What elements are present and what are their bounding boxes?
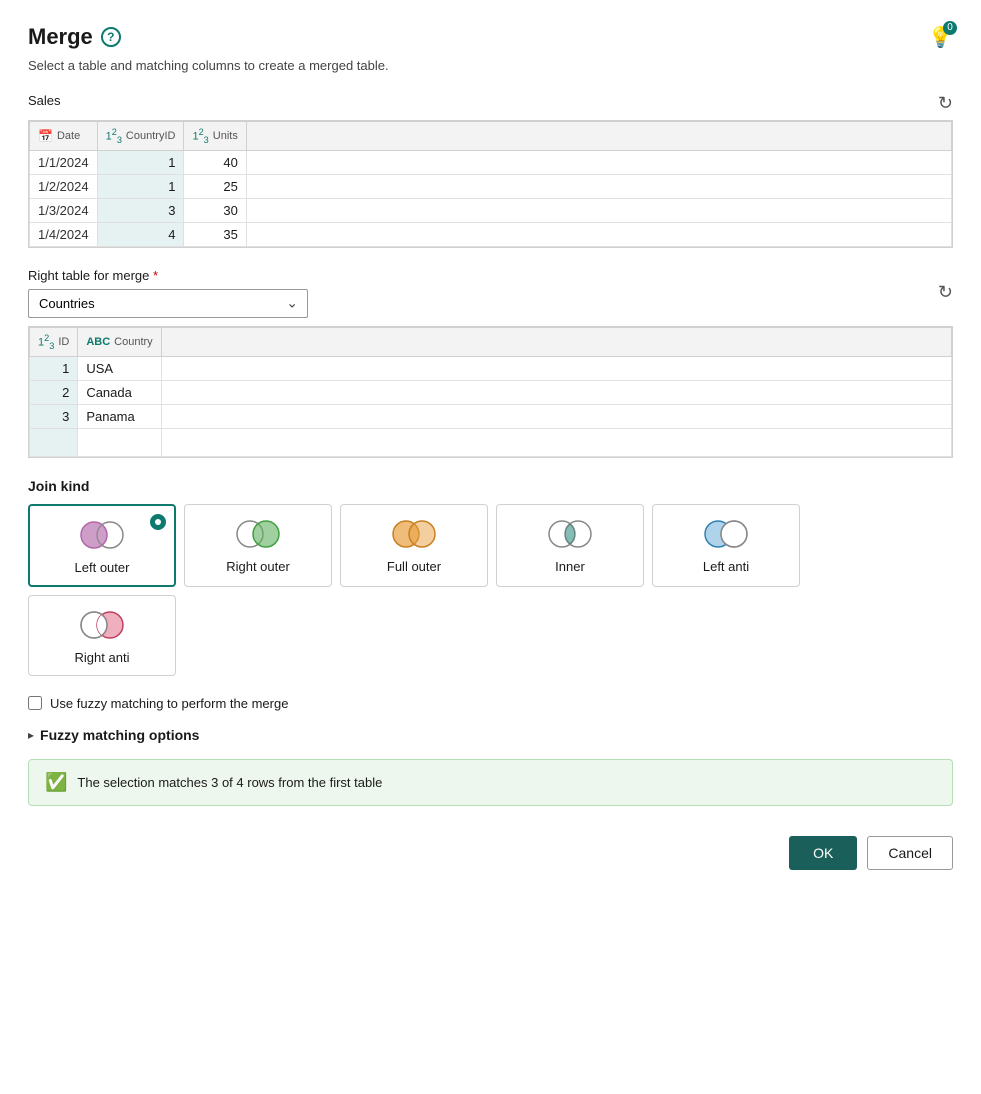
full-outer-icon xyxy=(388,515,440,553)
status-message: The selection matches 3 of 4 rows from t… xyxy=(77,775,382,790)
join-card-full-outer[interactable]: Full outer xyxy=(340,504,488,587)
lightbulb-button[interactable]: 💡 0 xyxy=(928,25,953,50)
fuzzy-checkbox-row: Use fuzzy matching to perform the merge xyxy=(28,696,953,711)
fuzzy-checkbox[interactable] xyxy=(28,696,42,710)
table-row: 3 Panama xyxy=(30,404,952,428)
sales-section-header: Sales ↻ xyxy=(28,93,953,114)
status-banner: ✅ The selection matches 3 of 4 rows from… xyxy=(28,759,953,806)
action-row: OK Cancel xyxy=(28,836,953,870)
join-label-right-anti: Right anti xyxy=(75,650,130,665)
join-card-inner[interactable]: Inner xyxy=(496,504,644,587)
sales-col-units[interactable]: 123 Units xyxy=(184,122,246,151)
help-icon[interactable]: ? xyxy=(101,27,121,47)
fuzzy-chevron-icon: ▸ xyxy=(28,728,34,742)
required-star: * xyxy=(153,268,158,283)
left-anti-icon xyxy=(700,515,752,553)
table-row: 1/1/2024 1 40 xyxy=(30,150,952,174)
sales-table-container: 📅 Date 123 CountryID 123 Units xyxy=(28,120,953,248)
right-table-section: Right table for merge * Countries ⌄ ↻ xyxy=(28,268,953,318)
sales-col-empty xyxy=(246,122,951,151)
join-radio-left-outer xyxy=(150,514,166,530)
title-area: Merge ? xyxy=(28,24,121,50)
join-label-inner: Inner xyxy=(555,559,585,574)
sales-table: 📅 Date 123 CountryID 123 Units xyxy=(29,121,952,247)
countries-table-container: 123 ID ABC Country 1 USA xyxy=(28,326,953,458)
join-card-left-outer[interactable]: Left outer xyxy=(28,504,176,587)
join-kind-label: Join kind xyxy=(28,478,953,494)
right-table-dropdown-wrapper: Countries ⌄ xyxy=(28,289,308,318)
sales-refresh-button[interactable]: ↻ xyxy=(938,93,953,114)
header-row: Merge ? 💡 0 xyxy=(28,24,953,50)
page-title: Merge xyxy=(28,24,93,50)
join-card-left-anti[interactable]: Left anti xyxy=(652,504,800,587)
status-check-icon: ✅ xyxy=(45,772,67,793)
join-label-left-outer: Left outer xyxy=(75,560,130,575)
fuzzy-options-label: Fuzzy matching options xyxy=(40,727,199,743)
inner-icon xyxy=(544,515,596,553)
left-outer-icon xyxy=(76,516,128,554)
ok-button[interactable]: OK xyxy=(789,836,857,870)
table-row: 1 USA xyxy=(30,356,952,380)
table-row: 1/3/2024 3 30 xyxy=(30,198,952,222)
join-options: Left outer Right outer Full outer Inner xyxy=(28,504,953,676)
sales-label: Sales xyxy=(28,93,61,108)
fuzzy-options-row[interactable]: ▸ Fuzzy matching options xyxy=(28,727,953,743)
right-table-label: Right table for merge * xyxy=(28,268,308,283)
join-label-left-anti: Left anti xyxy=(703,559,749,574)
countries-refresh-button[interactable]: ↻ xyxy=(938,282,953,303)
right-outer-icon xyxy=(232,515,284,553)
countries-table: 123 ID ABC Country 1 USA xyxy=(29,327,952,457)
sales-col-countryid[interactable]: 123 CountryID xyxy=(97,122,184,151)
table-row: 2 Canada xyxy=(30,380,952,404)
sales-col-date[interactable]: 📅 Date xyxy=(30,122,98,151)
right-anti-icon xyxy=(76,606,128,644)
subtitle: Select a table and matching columns to c… xyxy=(28,58,953,73)
countries-col-empty xyxy=(161,327,951,356)
right-table-dropdown[interactable]: Countries xyxy=(28,289,308,318)
countries-col-country[interactable]: ABC Country xyxy=(78,327,161,356)
join-label-full-outer: Full outer xyxy=(387,559,441,574)
join-card-right-anti[interactable]: Right anti xyxy=(28,595,176,676)
join-label-right-outer: Right outer xyxy=(226,559,290,574)
cancel-button[interactable]: Cancel xyxy=(867,836,953,870)
lightbulb-badge: 0 xyxy=(943,21,957,35)
table-row xyxy=(30,428,952,456)
join-card-right-outer[interactable]: Right outer xyxy=(184,504,332,587)
table-row: 1/4/2024 4 35 xyxy=(30,222,952,246)
table-row: 1/2/2024 1 25 xyxy=(30,174,952,198)
fuzzy-checkbox-label: Use fuzzy matching to perform the merge xyxy=(50,696,288,711)
countries-col-id[interactable]: 123 ID xyxy=(30,327,78,356)
